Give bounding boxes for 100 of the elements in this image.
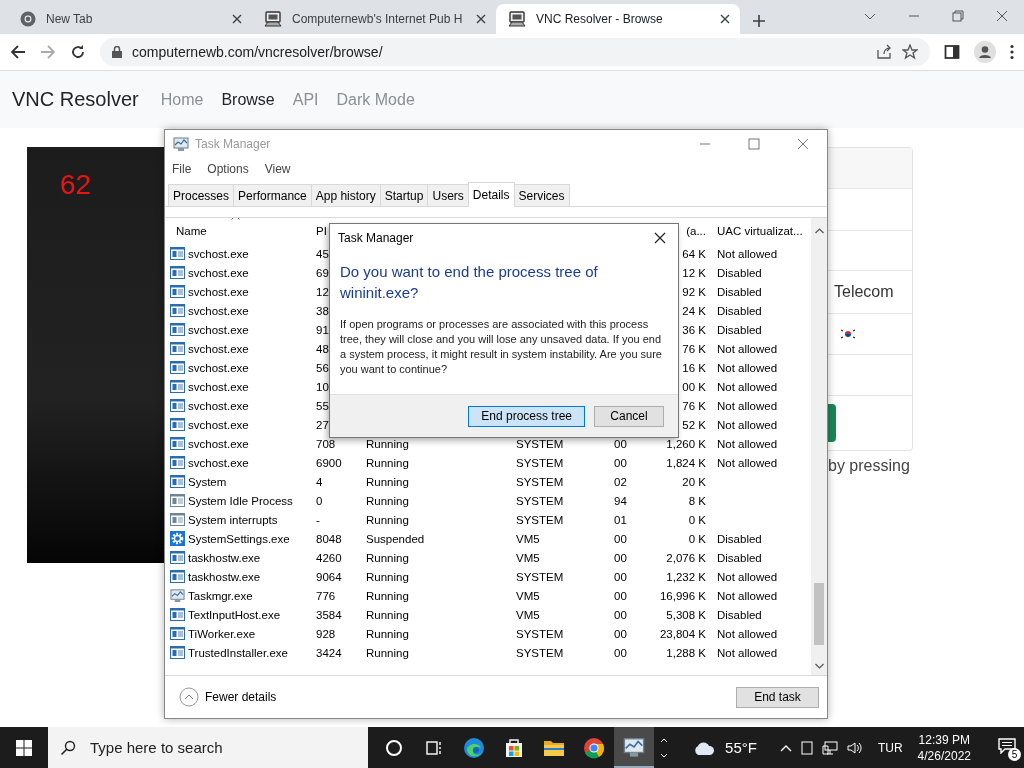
share-icon[interactable] bbox=[876, 44, 892, 60]
dialog-button[interactable]: End process tree bbox=[468, 405, 585, 427]
table-cell: 00 bbox=[614, 570, 627, 583]
tab[interactable]: Services bbox=[513, 184, 570, 206]
speaker-icon[interactable] bbox=[846, 740, 863, 755]
menu-item[interactable]: Options bbox=[207, 162, 249, 176]
menu-icon[interactable] bbox=[1010, 44, 1014, 60]
fewer-details-link[interactable]: Fewer details bbox=[173, 686, 283, 708]
search-field[interactable]: Type here to search bbox=[48, 727, 368, 768]
chevron-up-icon[interactable] bbox=[779, 743, 792, 752]
reload-icon[interactable] bbox=[70, 44, 86, 60]
table-cell: SYSTEM bbox=[516, 456, 564, 469]
monitor-icon bbox=[170, 588, 185, 603]
table-cell: 0 bbox=[316, 494, 323, 507]
table-cell: 1,288 K bbox=[666, 646, 706, 659]
temperature-text[interactable]: 55°F bbox=[725, 739, 757, 756]
restore-icon[interactable] bbox=[952, 10, 964, 22]
address-bar[interactable]: computernewb.com/vncresolver/browse/ bbox=[100, 38, 930, 66]
caption-text: by pressing bbox=[828, 457, 910, 475]
program-icon bbox=[170, 323, 185, 336]
clock-time[interactable]: 12:39 PM bbox=[918, 731, 970, 748]
table-cell: 0 K bbox=[688, 513, 706, 526]
cortana-icon bbox=[385, 738, 403, 757]
program-icon bbox=[170, 418, 185, 431]
table-cell: 12 K bbox=[682, 266, 706, 279]
task-manager-icon bbox=[173, 136, 189, 152]
table-cell: Running bbox=[366, 551, 409, 564]
table-cell: Disabled bbox=[717, 551, 762, 564]
browser-tab[interactable]: Computernewb's Internet Pub H bbox=[252, 4, 496, 34]
close-icon[interactable] bbox=[232, 14, 242, 24]
table-cell: Disabled bbox=[717, 532, 762, 545]
table-cell: SYSTEM bbox=[516, 494, 564, 507]
table-cell: 8 K bbox=[688, 494, 706, 507]
thumbnail-number: 62 bbox=[60, 169, 92, 201]
star-icon[interactable] bbox=[902, 44, 918, 60]
table-cell: 36 K bbox=[682, 323, 706, 336]
language-indicator[interactable]: TUR bbox=[877, 740, 903, 755]
close-icon[interactable] bbox=[654, 232, 666, 244]
table-cell: 00 bbox=[614, 646, 627, 659]
table-cell: Running bbox=[366, 475, 409, 488]
table-cell: 4260 bbox=[316, 551, 342, 564]
column-header[interactable]: (a... bbox=[686, 225, 710, 237]
program-icon bbox=[170, 266, 185, 279]
program-icon bbox=[170, 513, 185, 526]
clock-date[interactable]: 4/26/2022 bbox=[917, 747, 971, 764]
table-cell: 01 bbox=[614, 513, 627, 526]
program-icon bbox=[170, 304, 185, 317]
browser-tab[interactable]: VNC Resolver - Browse bbox=[496, 4, 740, 34]
table-cell: 24 K bbox=[682, 304, 706, 317]
process-name: Taskmgr.exe bbox=[188, 589, 253, 602]
gear-icon bbox=[170, 531, 185, 546]
table-cell: Running bbox=[366, 437, 409, 450]
end-task-button[interactable]: End task bbox=[736, 686, 819, 708]
tab[interactable]: Details bbox=[467, 182, 515, 207]
chevron-up-icon bbox=[179, 687, 199, 707]
table-cell: 708 bbox=[316, 437, 336, 450]
table-cell: 76 K bbox=[682, 399, 706, 412]
cloud-icon[interactable] bbox=[692, 739, 717, 756]
tab[interactable]: Startup bbox=[379, 184, 429, 206]
column-header[interactable]: UAC virtualizat... bbox=[710, 225, 810, 237]
maximize-icon[interactable] bbox=[748, 138, 760, 150]
table-cell: 02 bbox=[614, 475, 627, 488]
table-cell: 00 bbox=[614, 532, 627, 545]
process-name: svchost.exe bbox=[188, 399, 249, 412]
program-icon bbox=[170, 608, 185, 621]
tablet-icon[interactable] bbox=[800, 740, 813, 755]
tab[interactable]: Performance bbox=[233, 184, 312, 206]
menu-item[interactable]: File bbox=[172, 162, 192, 176]
side-panel-icon[interactable] bbox=[944, 44, 960, 60]
scrollbar-thumb[interactable] bbox=[814, 583, 824, 645]
menu-item[interactable]: View bbox=[264, 162, 291, 176]
tab[interactable]: Processes bbox=[168, 184, 235, 206]
column-header[interactable]: Name bbox=[176, 225, 207, 237]
site-brand[interactable]: VNC Resolver bbox=[12, 88, 139, 111]
scroll-down-icon[interactable] bbox=[814, 663, 824, 669]
scroll-up-icon[interactable] bbox=[814, 228, 824, 234]
process-name: SystemSettings.exe bbox=[188, 532, 290, 545]
scrollbar[interactable] bbox=[811, 218, 827, 675]
screen-thumbnail[interactable]: 62 bbox=[27, 147, 167, 563]
dialog-message: If open programs or processes are associated with this process tree, they will close and you will lose any unsaved data. If you end a system process, it might result in system instability. Are you sure you want to continue? bbox=[339, 317, 663, 377]
profile-icon[interactable] bbox=[974, 41, 996, 63]
program-icon bbox=[170, 342, 185, 355]
table-cell: 928 bbox=[316, 627, 336, 640]
back-icon[interactable] bbox=[10, 44, 26, 60]
nav-link[interactable]: Browse bbox=[221, 90, 275, 109]
computer-icon bbox=[264, 11, 282, 27]
tab[interactable]: Users bbox=[427, 184, 469, 206]
tab[interactable]: App history bbox=[310, 184, 381, 206]
table-cell: 55 bbox=[316, 399, 329, 412]
close-icon[interactable] bbox=[720, 14, 730, 24]
dialog-button[interactable]: Cancel bbox=[594, 405, 664, 427]
table-cell: Suspended bbox=[366, 532, 425, 545]
taskbar-app[interactable] bbox=[614, 727, 654, 768]
network-icon[interactable] bbox=[821, 740, 838, 755]
windows-icon[interactable] bbox=[16, 739, 32, 756]
close-icon[interactable] bbox=[476, 14, 486, 24]
table-cell: 16,996 K bbox=[659, 589, 706, 602]
new-tab-icon[interactable] bbox=[752, 14, 766, 28]
table-cell: 00 bbox=[614, 437, 627, 450]
browser-tab[interactable]: New Tab bbox=[8, 4, 252, 34]
